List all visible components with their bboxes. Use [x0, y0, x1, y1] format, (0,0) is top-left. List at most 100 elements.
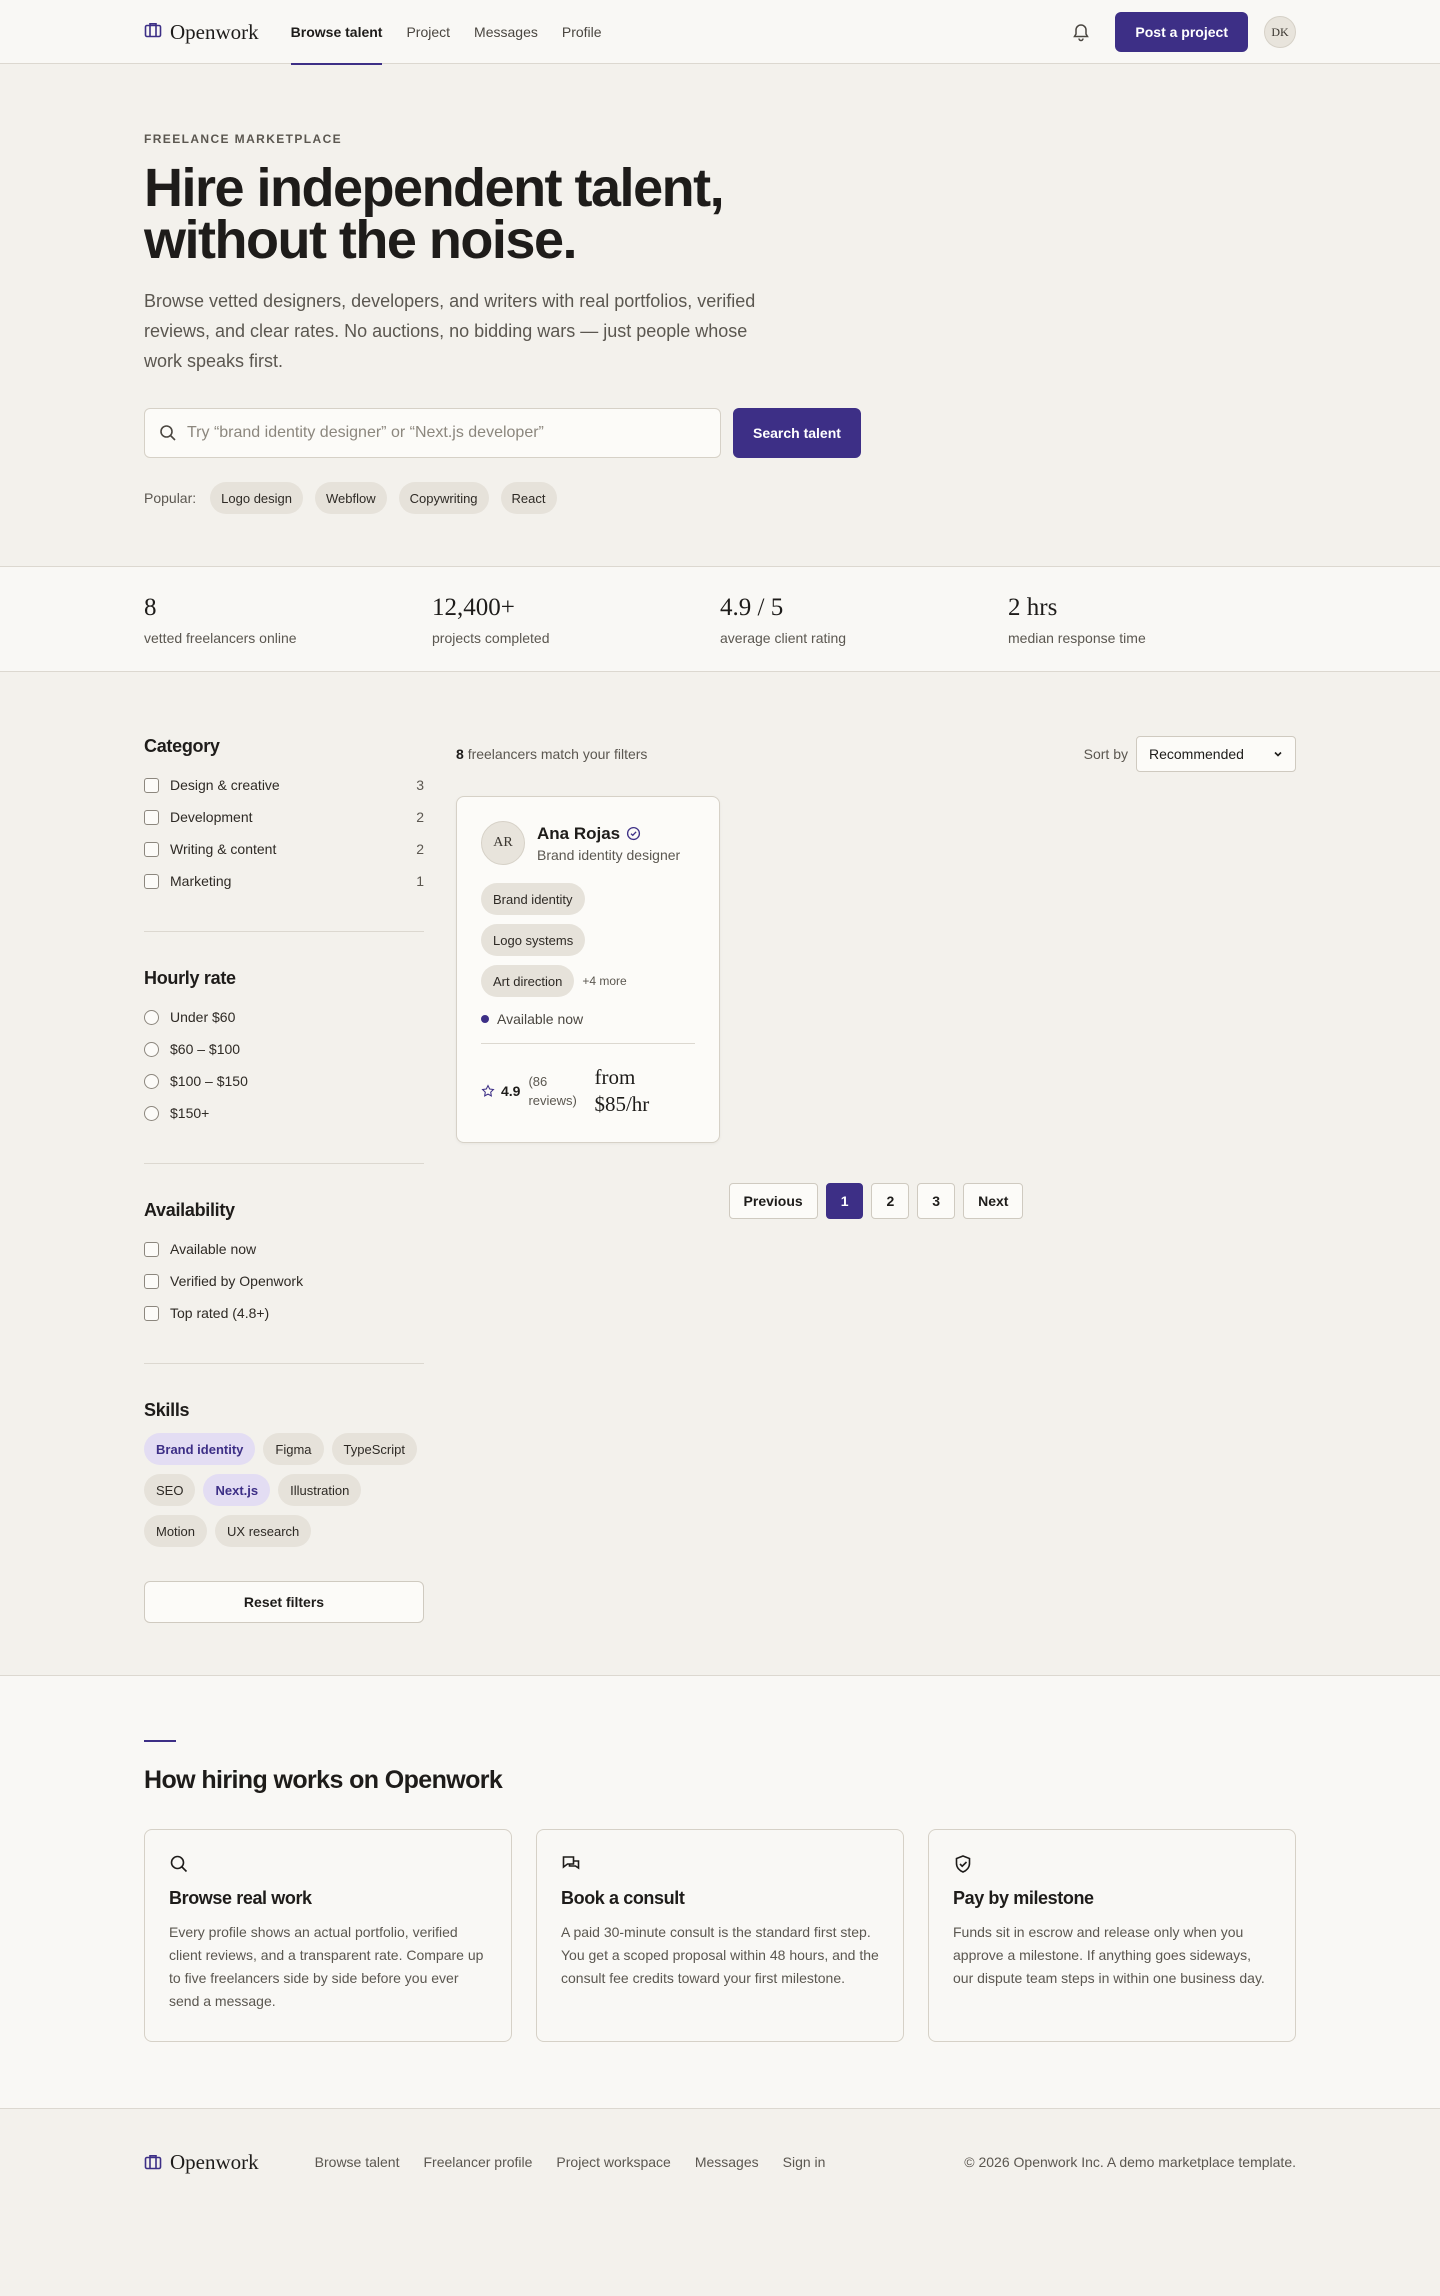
how-card-text: Every profile shows an actual portfolio,…	[169, 1924, 484, 2009]
results-count-number: 8	[456, 746, 464, 762]
category-option[interactable]: Design & creative 3	[144, 769, 424, 801]
radio-button[interactable]	[144, 1105, 159, 1121]
checkbox[interactable]	[144, 873, 159, 889]
copyright: © 2026 Openwork Inc. A demo marketplace …	[964, 2154, 1296, 2170]
page-button[interactable]: 3	[917, 1183, 956, 1219]
accent-divider	[144, 1740, 176, 1742]
filter-title: Hourly rate	[144, 968, 236, 988]
search-icon	[159, 424, 177, 442]
nav-profile[interactable]: Profile	[562, 0, 602, 64]
hero-title: Hire independent talent, without the noi…	[144, 158, 725, 270]
footer-link[interactable]: Freelancer profile	[423, 2154, 532, 2170]
stat-value: 8	[144, 594, 157, 621]
skill-chip[interactable]: TypeScript	[331, 1433, 417, 1465]
next-page-button[interactable]: Next	[963, 1183, 1024, 1219]
freelancer-avatar: AR	[481, 821, 525, 865]
availability-option[interactable]: Available now	[144, 1233, 424, 1265]
nav-browse-talent[interactable]: Browse talent	[290, 0, 382, 65]
skill-tag: Brand identity	[481, 883, 585, 915]
category-option[interactable]: Marketing 1	[144, 865, 424, 897]
brand-logo[interactable]: Openwork	[144, 20, 259, 45]
radio-button[interactable]	[144, 1073, 159, 1089]
availability-option[interactable]: Verified by Openwork	[144, 1265, 424, 1297]
freelancer-name-text: Ana Rojas	[537, 823, 621, 843]
category-option[interactable]: Writing & content 2	[144, 833, 424, 865]
popular-chip[interactable]: Copywriting	[398, 482, 489, 514]
skill-chip[interactable]: UX research	[215, 1515, 312, 1547]
page-button[interactable]: 2	[871, 1183, 910, 1219]
option-label: Marketing	[170, 873, 232, 889]
popular-chip[interactable]: React	[500, 482, 557, 514]
footer: Openwork Browse talent Freelancer profil…	[0, 2109, 1440, 2215]
stat-value: 2 hrs	[1008, 594, 1058, 621]
skill-chip[interactable]: Brand identity	[144, 1433, 256, 1465]
checkbox[interactable]	[144, 1305, 159, 1321]
skill-chip[interactable]: Motion	[144, 1515, 208, 1547]
sort-label: Sort by	[1083, 746, 1128, 762]
results-count: 8 freelancers match your filters	[456, 746, 647, 762]
category-option[interactable]: Development 2	[144, 801, 424, 833]
footer-link[interactable]: Sign in	[783, 2154, 826, 2170]
stat-item: 12,400+ projects completed	[432, 594, 720, 646]
availability-option[interactable]: Top rated (4.8+)	[144, 1297, 424, 1329]
nav-messages[interactable]: Messages	[474, 0, 538, 64]
rate-option[interactable]: $150+	[144, 1097, 424, 1129]
rate-option[interactable]: Under $60	[144, 1001, 424, 1033]
freelancer-name[interactable]: Ana Rojas	[537, 824, 680, 844]
sort-value: Recommended	[1149, 746, 1244, 762]
footer-link[interactable]: Browse talent	[315, 2154, 400, 2170]
stat-item: 2 hrs median response time	[1008, 594, 1296, 646]
availability-text: Available now	[497, 1011, 584, 1027]
user-avatar[interactable]: DK	[1264, 16, 1296, 48]
rate-option[interactable]: $100 – $150	[144, 1065, 424, 1097]
skill-chip[interactable]: Illustration	[278, 1474, 362, 1506]
briefcase-icon	[144, 21, 162, 44]
page-button[interactable]: 1	[825, 1183, 864, 1219]
option-count: 1	[416, 873, 424, 889]
skill-chip[interactable]: Next.js	[203, 1474, 271, 1506]
nav-project[interactable]: Project	[406, 0, 450, 64]
radio-button[interactable]	[144, 1041, 159, 1057]
rate-option[interactable]: $60 – $100	[144, 1033, 424, 1065]
skill-chip[interactable]: SEO	[144, 1474, 196, 1506]
freelancer-card[interactable]: AR Ana Rojas Brand identity designer Bra…	[456, 796, 720, 1143]
shield-check-icon	[953, 1854, 1271, 1874]
checkbox[interactable]	[144, 777, 159, 793]
stat-item: 4.9 / 5 average client rating	[720, 594, 1008, 646]
browse-section: Category Design & creative 3 Development 2…	[0, 672, 1440, 1675]
skills-filter: Skills Brand identity Figma TypeScript S…	[144, 1400, 424, 1623]
radio-button[interactable]	[144, 1009, 159, 1025]
stat-item: 8 vetted freelancers online	[144, 594, 432, 646]
footer-link[interactable]: Messages	[695, 2154, 759, 2170]
reset-filters-button[interactable]: Reset filters	[144, 1581, 424, 1623]
option-count: 2	[416, 841, 424, 857]
popular-chip[interactable]: Webflow	[315, 482, 387, 514]
popular-chip[interactable]: Logo design	[210, 482, 303, 514]
status-dot	[481, 1015, 489, 1023]
search-input[interactable]	[187, 424, 706, 442]
skill-chip[interactable]: Figma	[263, 1433, 324, 1465]
how-it-works-section: How hiring works on Openwork Browse real…	[0, 1675, 1440, 2109]
stat-label: vetted freelancers online	[144, 630, 297, 646]
option-label: Writing & content	[170, 841, 277, 857]
popular-label: Popular:	[144, 490, 197, 506]
checkbox[interactable]	[144, 1241, 159, 1257]
option-count: 3	[416, 777, 424, 793]
footer-brand[interactable]: Openwork	[144, 2150, 259, 2175]
previous-page-button[interactable]: Previous	[728, 1183, 818, 1219]
checkbox[interactable]	[144, 809, 159, 825]
search-field[interactable]	[144, 408, 721, 458]
how-card: Book a consult A paid 30-minute consult …	[536, 1829, 904, 2042]
section-title: How hiring works on Openwork	[144, 1766, 503, 1794]
post-project-button[interactable]: Post a project	[1115, 12, 1248, 52]
search-talent-button[interactable]: Search talent	[733, 408, 861, 458]
how-card: Browse real work Every profile shows an …	[144, 1829, 512, 2042]
sort-select[interactable]: Recommended	[1136, 736, 1296, 772]
verified-icon	[626, 826, 641, 841]
footer-link[interactable]: Project workspace	[556, 2154, 670, 2170]
checkbox[interactable]	[144, 841, 159, 857]
checkbox[interactable]	[144, 1273, 159, 1289]
how-card: Pay by milestone Funds sit in escrow and…	[928, 1829, 1296, 2042]
option-label: Top rated (4.8+)	[170, 1305, 270, 1321]
bell-icon[interactable]	[1071, 22, 1091, 42]
